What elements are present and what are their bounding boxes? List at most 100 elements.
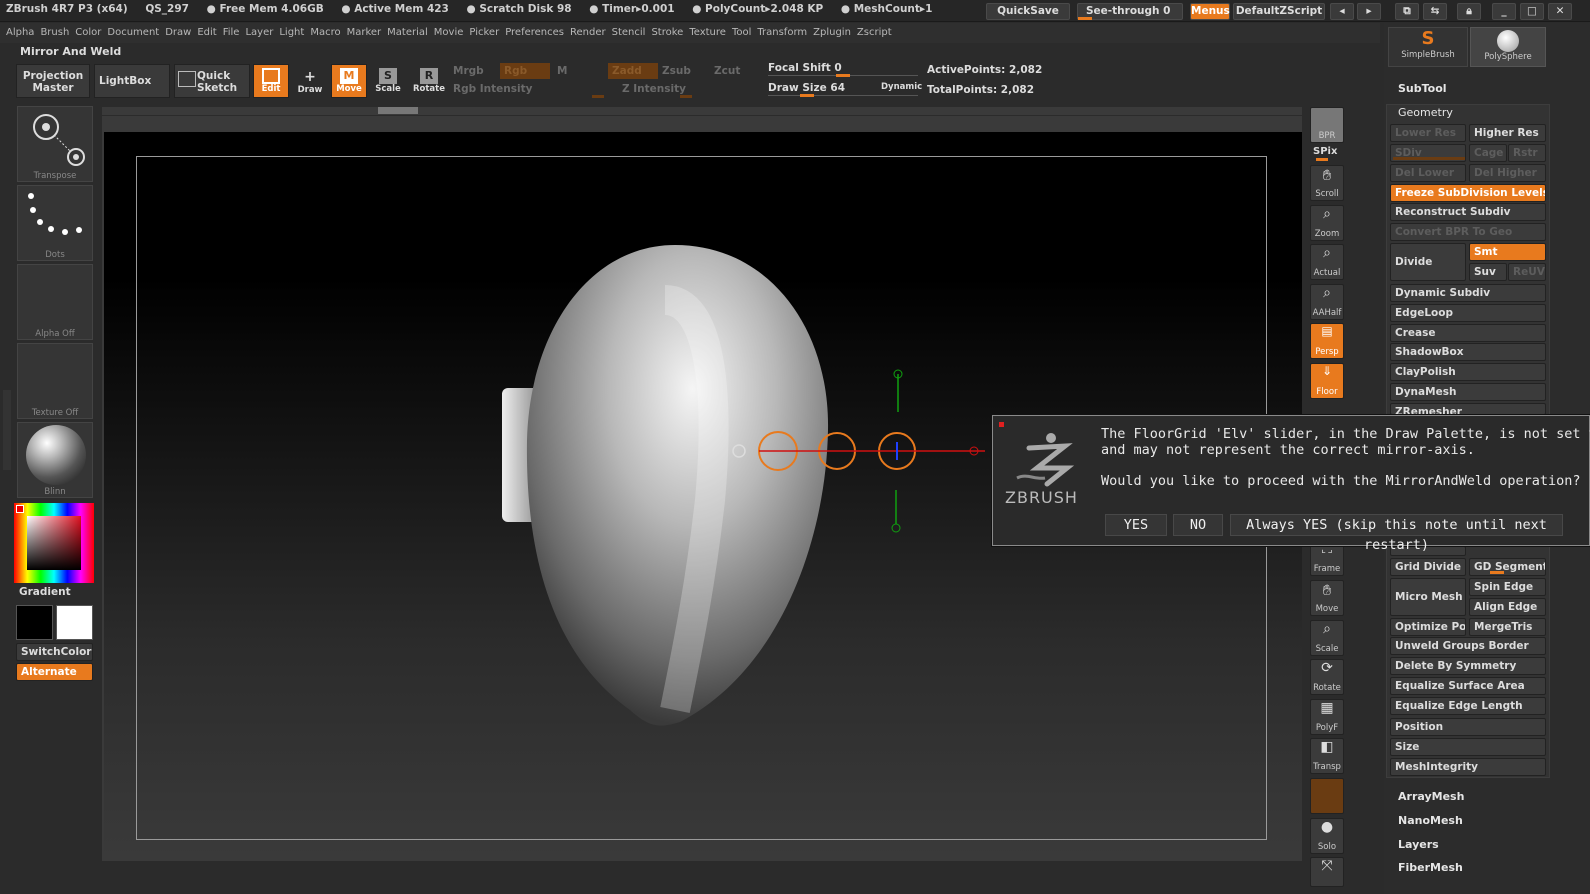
menu-light[interactable]: Light xyxy=(279,27,304,38)
alpha-slot[interactable]: Alpha Off xyxy=(17,264,93,340)
switchcolor-button[interactable]: SwitchColor xyxy=(16,643,93,661)
geometry-header[interactable]: Geometry xyxy=(1398,106,1453,119)
zadd-button[interactable]: Zadd xyxy=(608,63,658,79)
reconstruct-subdiv-button[interactable]: Reconstruct Subdiv xyxy=(1390,203,1546,221)
swap-ui-icon[interactable]: ⇆ xyxy=(1423,3,1447,20)
dynamesh-item[interactable]: DynaMesh xyxy=(1390,383,1546,401)
texture-slot[interactable]: Texture Off xyxy=(17,343,93,419)
crease-item[interactable]: Crease xyxy=(1390,324,1546,342)
left-tray-handle[interactable] xyxy=(3,390,11,470)
mergetris-button[interactable]: MergeTris xyxy=(1469,618,1546,636)
menu-macro[interactable]: Macro xyxy=(310,27,340,38)
zremesher-item[interactable]: ZRemesher xyxy=(1390,403,1546,415)
menu-material[interactable]: Material xyxy=(387,27,428,38)
secondary-color-swatch[interactable] xyxy=(16,605,53,640)
gradient-label[interactable]: Gradient xyxy=(19,586,71,598)
menu-color[interactable]: Color xyxy=(75,27,101,38)
rstr-button[interactable]: Rstr xyxy=(1508,144,1546,162)
menu-document[interactable]: Document xyxy=(107,27,159,38)
polyf-button[interactable]: ▦ PolyF xyxy=(1310,699,1344,735)
move-view-button[interactable]: ✋︎ Move xyxy=(1310,580,1344,616)
dialog-close-icon[interactable] xyxy=(999,422,1004,427)
default-zscript-button[interactable]: DefaultZScript xyxy=(1233,3,1325,20)
subtool-header[interactable]: SubTool xyxy=(1398,82,1447,95)
maximize-icon[interactable]: □ xyxy=(1520,3,1544,20)
menu-texture[interactable]: Texture xyxy=(689,27,726,38)
menu-brush[interactable]: Brush xyxy=(40,27,69,38)
zoom-button[interactable]: ⌕ Zoom xyxy=(1310,205,1344,241)
fibermesh-header[interactable]: FiberMesh xyxy=(1398,861,1463,874)
actual-button[interactable]: ⌕ Actual xyxy=(1310,244,1344,280)
minimize-icon[interactable]: _ xyxy=(1492,3,1516,20)
floor-button[interactable]: ⇓ Floor xyxy=(1310,363,1344,399)
focal-shift-handle[interactable] xyxy=(836,74,850,77)
align-edge-button[interactable]: Align Edge xyxy=(1469,598,1546,616)
transpose-gizmo[interactable] xyxy=(725,360,995,540)
close-icon[interactable]: ✕ xyxy=(1548,3,1572,20)
spix-slider[interactable]: SPix xyxy=(1313,146,1337,157)
color-picker[interactable] xyxy=(14,503,94,583)
del-higher-button[interactable]: Del Higher xyxy=(1469,164,1546,182)
projection-master-button[interactable]: Projection Master xyxy=(16,64,90,98)
menu-picker[interactable]: Picker xyxy=(469,27,499,38)
del-lower-button[interactable]: Del Lower xyxy=(1390,164,1466,182)
color-square[interactable] xyxy=(27,516,81,570)
rgb-button[interactable]: Rgb xyxy=(500,63,550,79)
rotate-button[interactable]: R Rotate xyxy=(410,64,448,98)
menu-tool[interactable]: Tool xyxy=(732,27,751,38)
menu-draw[interactable]: Draw xyxy=(165,27,191,38)
reuv-button[interactable]: ReUV xyxy=(1508,263,1546,281)
ghost-button[interactable] xyxy=(1310,778,1344,814)
menu-render[interactable]: Render xyxy=(570,27,606,38)
edit-button[interactable]: Edit xyxy=(253,64,289,98)
scale-view-button[interactable]: ⌕ Scale xyxy=(1310,620,1344,656)
size-item[interactable]: Size xyxy=(1390,738,1546,756)
draw-size-handle[interactable] xyxy=(800,94,814,97)
mrgb-button[interactable]: Mrgb xyxy=(453,65,484,77)
suv-toggle[interactable]: Suv xyxy=(1469,263,1507,281)
stroke-dots-slot[interactable]: Dots xyxy=(17,185,93,261)
scale-button[interactable]: S Scale xyxy=(370,64,406,98)
higher-res-button[interactable]: Higher Res xyxy=(1469,124,1546,142)
convert-bpr-button[interactable]: Convert BPR To Geo xyxy=(1390,223,1546,241)
dynamic-toggle[interactable]: Dynamic xyxy=(881,82,922,92)
lightbox-button[interactable]: LightBox xyxy=(94,64,170,98)
layout-right-icon[interactable]: ▸ xyxy=(1357,3,1381,20)
material-slot[interactable]: Blinn xyxy=(17,422,93,498)
menu-edit[interactable]: Edit xyxy=(197,27,216,38)
z-intensity-slider[interactable]: Z Intensity xyxy=(622,83,686,95)
dynamic-subdiv-item[interactable]: Dynamic Subdiv xyxy=(1390,284,1546,302)
menus-button[interactable]: Menus xyxy=(1190,3,1230,20)
quicksave-button[interactable]: QuickSave xyxy=(986,3,1070,20)
smt-toggle[interactable]: Smt xyxy=(1469,243,1546,261)
persp-button[interactable]: ▤ Persp xyxy=(1310,323,1344,359)
alternate-button[interactable]: Alternate xyxy=(16,663,93,681)
position-item[interactable]: Position xyxy=(1390,718,1546,736)
move-button[interactable]: M Move xyxy=(331,64,367,98)
polysphere-thumb[interactable]: PolySphere xyxy=(1470,27,1546,67)
nanomesh-header[interactable]: NanoMesh xyxy=(1398,814,1463,827)
layers-header[interactable]: Layers xyxy=(1398,838,1439,851)
transp-button[interactable]: ◧ Transp xyxy=(1310,738,1344,774)
lock-icon[interactable]: 🔒︎ xyxy=(1457,3,1481,20)
equalize-edge-length-button[interactable]: Equalize Edge Length xyxy=(1390,697,1546,715)
optimize-points-button[interactable]: Optimize Poi xyxy=(1390,618,1466,636)
freeze-subdivision-button[interactable]: Freeze SubDivision Levels xyxy=(1390,184,1546,202)
menu-movie[interactable]: Movie xyxy=(434,27,464,38)
menu-layer[interactable]: Layer xyxy=(245,27,273,38)
cage-button[interactable]: Cage xyxy=(1469,144,1507,162)
yes-button[interactable]: YES xyxy=(1105,514,1167,536)
simplebrush-thumb[interactable]: S SimpleBrush xyxy=(1388,27,1468,67)
tab-strip-thumb[interactable] xyxy=(378,107,418,114)
aahalf-button[interactable]: ⌕ AAHalf xyxy=(1310,284,1344,320)
delete-by-symmetry-button[interactable]: Delete By Symmetry xyxy=(1390,657,1546,675)
see-through-slider[interactable]: See-through 0 xyxy=(1077,3,1183,20)
menu-zscript[interactable]: Zscript xyxy=(857,27,892,38)
restore-ui-icon[interactable]: ⧉ xyxy=(1395,3,1419,20)
focal-shift-slider[interactable]: Focal Shift 0 xyxy=(768,62,842,74)
m-button[interactable]: M xyxy=(557,65,567,77)
divide-button[interactable]: Divide xyxy=(1390,243,1466,281)
menu-alpha[interactable]: Alpha xyxy=(6,27,34,38)
menu-zplugin[interactable]: Zplugin xyxy=(813,27,851,38)
scroll-button[interactable]: ✋︎ Scroll xyxy=(1310,165,1344,201)
